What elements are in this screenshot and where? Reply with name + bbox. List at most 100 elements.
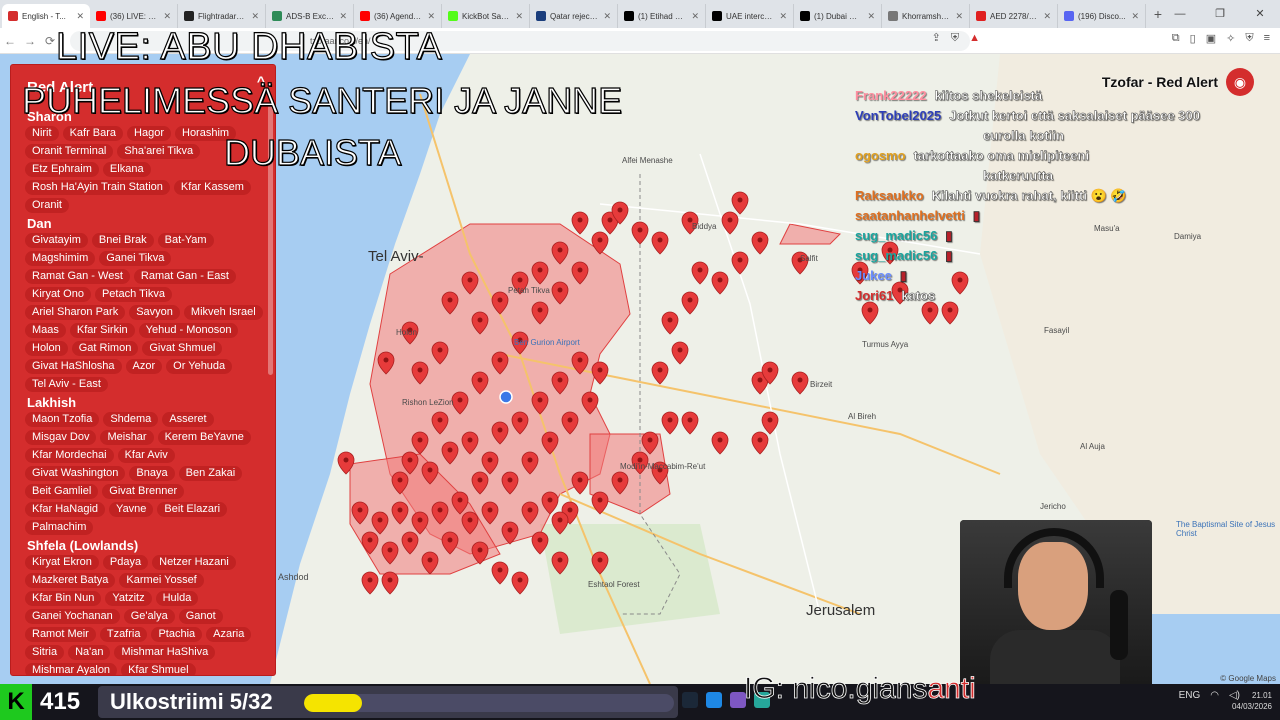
town-chip[interactable]: Oranit — [25, 198, 69, 213]
town-chip[interactable]: Azaria — [206, 627, 252, 642]
alert-pin-icon[interactable] — [591, 361, 609, 385]
tab-close-icon[interactable]: ✕ — [955, 11, 963, 22]
town-chip[interactable]: Gat Rimon — [71, 341, 139, 356]
town-chip[interactable]: Maas — [25, 323, 66, 338]
browser-tab[interactable]: English - T... ✕ — [2, 4, 90, 28]
tab-close-icon[interactable]: ✕ — [339, 11, 347, 22]
language-indicator[interactable]: ENG — [1179, 690, 1201, 701]
town-chip[interactable]: Savyon — [129, 305, 180, 320]
town-chip[interactable]: Elkana — [102, 162, 151, 177]
alert-pin-icon[interactable] — [751, 431, 769, 455]
back-icon[interactable]: ← — [0, 34, 20, 48]
browser-tab[interactable]: Qatar rejects i... ✕ — [530, 4, 618, 28]
town-chip[interactable]: Hulda — [155, 591, 199, 606]
town-chip[interactable]: Sha'arei Tikva — [117, 144, 201, 159]
minimize-button[interactable]: — — [1160, 0, 1200, 28]
town-chip[interactable]: Petach Tikva — [94, 287, 172, 302]
alert-pin-icon[interactable] — [631, 221, 649, 245]
town-chip[interactable]: Beit Gamliel — [25, 484, 99, 499]
town-chip[interactable]: Kerem BeYavne — [157, 430, 251, 445]
town-chip[interactable]: Ariel Sharon Park — [25, 305, 126, 320]
extensions-icon[interactable]: ⧉ — [1172, 32, 1180, 45]
shield-icon[interactable]: ⛨ — [951, 28, 959, 48]
tab-close-icon[interactable]: ✕ — [427, 11, 435, 22]
town-chip[interactable]: Kfar Bin Nun — [25, 591, 102, 606]
system-clock[interactable]: 21.01 04/03/2026 — [1232, 690, 1272, 712]
town-chip[interactable]: Magshimim — [25, 251, 96, 266]
town-chip[interactable]: Bat-Yam — [157, 233, 214, 248]
tab-close-icon[interactable]: ✕ — [515, 11, 523, 22]
alert-pin-icon[interactable] — [691, 261, 709, 285]
tab-close-icon[interactable]: ✕ — [163, 11, 171, 22]
alert-pin-icon[interactable] — [721, 211, 739, 235]
alert-pin-icon[interactable] — [661, 311, 679, 335]
alert-pin-icon[interactable] — [731, 191, 749, 215]
town-chip[interactable]: Bnei Brak — [91, 233, 154, 248]
town-chip[interactable]: Sitria — [25, 645, 65, 660]
town-chip[interactable]: Na'an — [68, 645, 111, 660]
town-chip[interactable]: Kfar Sirkin — [69, 323, 135, 338]
steam-icon[interactable] — [682, 692, 698, 708]
ai-icon[interactable]: ✧ — [1226, 32, 1235, 45]
warning-icon[interactable]: ▲ — [969, 28, 980, 48]
town-chip[interactable]: Kfar Aviv — [117, 448, 175, 463]
town-chip[interactable]: Rosh Ha'Ayin Train Station — [25, 180, 170, 195]
tab-close-icon[interactable]: ✕ — [76, 11, 84, 22]
alert-pin-icon[interactable] — [571, 211, 589, 235]
town-chip[interactable]: Karmei Yossef — [119, 573, 204, 588]
vpn-icon[interactable]: ⛨ — [1245, 32, 1253, 45]
alert-pin-icon[interactable] — [711, 431, 729, 455]
town-chip[interactable]: Nirit — [25, 126, 59, 141]
town-chip[interactable]: Mazkeret Batya — [25, 573, 116, 588]
sidebar-icon[interactable]: ▯ — [1190, 32, 1196, 45]
alert-pin-icon[interactable] — [671, 341, 689, 365]
forward-icon[interactable]: → — [20, 34, 40, 48]
town-chip[interactable]: Ptachia — [151, 627, 203, 642]
alert-pin-icon[interactable] — [731, 251, 749, 275]
tab-close-icon[interactable]: ✕ — [603, 11, 611, 22]
town-chip[interactable]: Kfar Shmuel — [121, 663, 196, 675]
browser-tab[interactable]: UAE intercepts...✕ — [706, 4, 794, 28]
tab-close-icon[interactable]: ✕ — [1131, 11, 1139, 22]
town-chip[interactable]: Ganei Yochanan — [25, 609, 120, 624]
town-chip[interactable]: Ramot Meir — [25, 627, 96, 642]
close-button[interactable]: ✕ — [1240, 0, 1280, 28]
browser-tab[interactable]: (1) Dubai Med...✕ — [794, 4, 882, 28]
tab-close-icon[interactable]: ✕ — [867, 11, 875, 22]
browser-tab[interactable]: AED 2278/mo...✕ — [970, 4, 1058, 28]
town-chip[interactable]: Kiryat Ono — [25, 287, 91, 302]
town-chip[interactable]: Beit Elazari — [157, 502, 228, 517]
browser-tab[interactable]: (36) LIVE: Midd... ✕ — [90, 4, 178, 28]
browser-tab[interactable]: Flightradar24:...✕ — [178, 4, 266, 28]
town-chip[interactable]: Oranit Terminal — [25, 144, 114, 159]
town-chip[interactable]: Or Yehuda — [166, 359, 233, 374]
town-chip[interactable]: Mikveh Israel — [183, 305, 263, 320]
town-chip[interactable]: Shdema — [103, 412, 159, 427]
edge-icon[interactable] — [706, 692, 722, 708]
town-chip[interactable]: Givat Shmuel — [142, 341, 223, 356]
maximize-button[interactable]: ❐ — [1200, 0, 1240, 28]
town-chip[interactable]: Yavne — [109, 502, 154, 517]
town-chip[interactable]: Yehud - Monoson — [138, 323, 239, 338]
alert-pin-icon[interactable] — [491, 561, 509, 585]
share-icon[interactable]: ⇪ — [932, 28, 941, 48]
town-chip[interactable]: Mishmar Ayalon — [25, 663, 118, 675]
town-chip[interactable]: Ramat Gan - West — [25, 269, 130, 284]
alert-pin-icon[interactable] — [661, 411, 679, 435]
town-chip[interactable]: Bnaya — [129, 466, 175, 481]
tab-close-icon[interactable]: ✕ — [251, 11, 259, 22]
town-chip[interactable]: Mishmar HaShiva — [114, 645, 216, 660]
tab-close-icon[interactable]: ✕ — [1043, 11, 1051, 22]
tab-close-icon[interactable]: ✕ — [691, 11, 699, 22]
alert-pin-icon[interactable] — [361, 571, 379, 595]
town-chip[interactable]: Palmachim — [25, 520, 94, 535]
town-chip[interactable]: Givat Washington — [25, 466, 126, 481]
tab-close-icon[interactable]: ✕ — [779, 11, 787, 22]
town-chip[interactable]: Ganei Tikva — [99, 251, 172, 266]
browser-tab[interactable]: (36) Agenda-F...✕ — [354, 4, 442, 28]
browser-tab[interactable]: (1) Etihad Rail... ✕ — [618, 4, 706, 28]
alert-pin-icon[interactable] — [791, 371, 809, 395]
town-chip[interactable]: Tel Aviv - East — [25, 377, 108, 392]
alert-pin-icon[interactable] — [381, 571, 399, 595]
menu-icon[interactable]: ≡ — [1264, 32, 1270, 45]
